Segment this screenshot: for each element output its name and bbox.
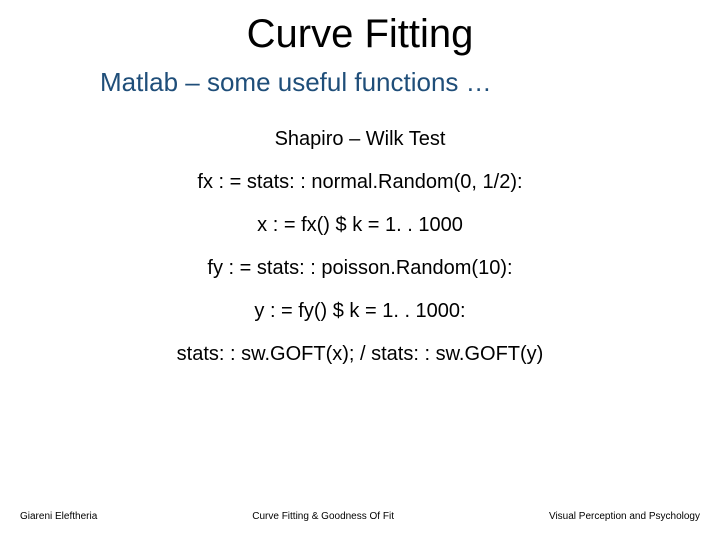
slide-footer: Giareni Eleftheria Curve Fitting & Goodn… <box>0 511 720 522</box>
slide-body: Shapiro – Wilk Test fx : = stats: : norm… <box>0 128 720 366</box>
slide-subtitle: Matlab – some useful functions … <box>0 67 720 128</box>
body-line: fy : = stats: : poisson.Random(10): <box>0 257 720 280</box>
body-line: Shapiro – Wilk Test <box>0 128 720 151</box>
body-line: y : = fy() $ k = 1. . 1000: <box>0 300 720 323</box>
footer-author: Giareni Eleftheria <box>20 511 97 522</box>
body-line: x : = fx() $ k = 1. . 1000 <box>0 214 720 237</box>
footer-course: Visual Perception and Psychology <box>549 511 700 522</box>
body-line: fx : = stats: : normal.Random(0, 1/2): <box>0 171 720 194</box>
body-line: stats: : sw.GOFT(x); / stats: : sw.GOFT(… <box>0 343 720 366</box>
slide-title: Curve Fitting <box>0 0 720 67</box>
footer-topic: Curve Fitting & Goodness Of Fit <box>252 511 394 522</box>
